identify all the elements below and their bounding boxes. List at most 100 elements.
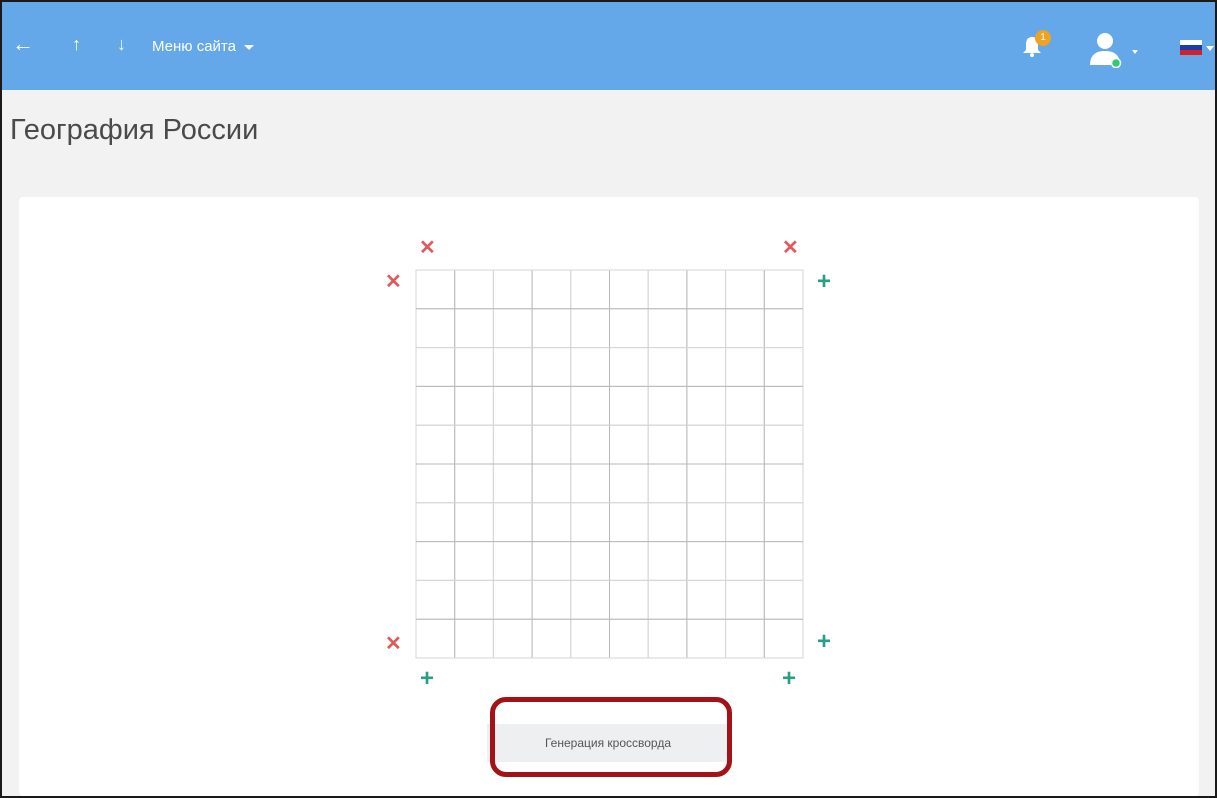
crossword-cell[interactable] — [454, 269, 494, 310]
crossword-cell[interactable] — [725, 385, 765, 426]
crossword-cell[interactable] — [492, 347, 533, 387]
crossword-cell[interactable] — [725, 463, 765, 504]
crossword-cell[interactable] — [415, 618, 456, 659]
crossword-cell[interactable] — [415, 269, 456, 310]
crossword-cell[interactable] — [415, 463, 456, 504]
crossword-cell[interactable] — [763, 385, 804, 426]
add-column-left-button[interactable]: + — [420, 667, 434, 691]
crossword-cell[interactable] — [492, 541, 533, 581]
crossword-cell[interactable] — [609, 347, 649, 387]
crossword-cell[interactable] — [686, 347, 727, 387]
remove-row-top-button[interactable]: ✕ — [385, 272, 402, 292]
crossword-cell[interactable] — [763, 269, 804, 310]
generate-crossword-button[interactable]: Генерация кроссворда — [487, 724, 729, 762]
crossword-cell[interactable] — [531, 424, 572, 465]
crossword-cell[interactable] — [686, 424, 727, 465]
crossword-cell[interactable] — [531, 541, 572, 581]
crossword-cell[interactable] — [647, 618, 688, 659]
crossword-cell[interactable] — [570, 385, 610, 426]
crossword-cell[interactable] — [454, 385, 494, 426]
crossword-cell[interactable] — [454, 579, 494, 620]
crossword-cell[interactable] — [647, 347, 688, 387]
crossword-cell[interactable] — [492, 579, 533, 620]
crossword-cell[interactable] — [725, 618, 765, 659]
crossword-cell[interactable] — [609, 502, 649, 543]
crossword-cell[interactable] — [492, 502, 533, 543]
crossword-cell[interactable] — [609, 308, 649, 349]
crossword-cell[interactable] — [686, 385, 727, 426]
crossword-cell[interactable] — [609, 269, 649, 310]
crossword-cell[interactable] — [647, 308, 688, 349]
crossword-cell[interactable] — [454, 424, 494, 465]
crossword-cell[interactable] — [415, 347, 456, 387]
crossword-cell[interactable] — [492, 308, 533, 349]
crossword-cell[interactable] — [570, 424, 610, 465]
crossword-cell[interactable] — [415, 541, 456, 581]
crossword-cell[interactable] — [686, 269, 727, 310]
crossword-cell[interactable] — [609, 424, 649, 465]
crossword-cell[interactable] — [531, 308, 572, 349]
crossword-cell[interactable] — [763, 463, 804, 504]
crossword-cell[interactable] — [725, 308, 765, 349]
crossword-cell[interactable] — [415, 385, 456, 426]
crossword-cell[interactable] — [454, 347, 494, 387]
crossword-cell[interactable] — [415, 579, 456, 620]
crossword-cell[interactable] — [415, 502, 456, 543]
crossword-cell[interactable] — [415, 308, 456, 349]
crossword-cell[interactable] — [570, 502, 610, 543]
crossword-cell[interactable] — [647, 424, 688, 465]
crossword-cell[interactable] — [763, 618, 804, 659]
crossword-cell[interactable] — [570, 618, 610, 659]
add-row-bottom-button[interactable]: + — [817, 630, 831, 654]
crossword-cell[interactable] — [454, 502, 494, 543]
crossword-cell[interactable] — [763, 347, 804, 387]
crossword-cell[interactable] — [570, 347, 610, 387]
crossword-cell[interactable] — [686, 308, 727, 349]
crossword-cell[interactable] — [686, 541, 727, 581]
crossword-cell[interactable] — [531, 618, 572, 659]
crossword-cell[interactable] — [492, 269, 533, 310]
crossword-cell[interactable] — [609, 579, 649, 620]
crossword-cell[interactable] — [531, 463, 572, 504]
add-row-top-button[interactable]: + — [817, 270, 831, 294]
crossword-cell[interactable] — [570, 463, 610, 504]
crossword-cell[interactable] — [454, 541, 494, 581]
crossword-cell[interactable] — [647, 579, 688, 620]
crossword-cell[interactable] — [609, 541, 649, 581]
crossword-cell[interactable] — [531, 385, 572, 426]
crossword-cell[interactable] — [570, 579, 610, 620]
crossword-cell[interactable] — [454, 463, 494, 504]
crossword-cell[interactable] — [763, 502, 804, 543]
crossword-cell[interactable] — [454, 308, 494, 349]
crossword-cell[interactable] — [763, 579, 804, 620]
crossword-cell[interactable] — [725, 579, 765, 620]
crossword-cell[interactable] — [492, 618, 533, 659]
crossword-cell[interactable] — [763, 424, 804, 465]
crossword-cell[interactable] — [686, 579, 727, 620]
crossword-cell[interactable] — [609, 463, 649, 504]
crossword-cell[interactable] — [763, 308, 804, 349]
add-column-right-button[interactable]: + — [782, 667, 796, 691]
crossword-cell[interactable] — [609, 385, 649, 426]
crossword-cell[interactable] — [725, 424, 765, 465]
crossword-cell[interactable] — [725, 347, 765, 387]
remove-row-bottom-button[interactable]: ✕ — [385, 634, 402, 654]
crossword-cell[interactable] — [531, 269, 572, 310]
crossword-cell[interactable] — [492, 424, 533, 465]
crossword-cell[interactable] — [570, 269, 610, 310]
crossword-cell[interactable] — [725, 502, 765, 543]
crossword-cell[interactable] — [492, 463, 533, 504]
crossword-cell[interactable] — [686, 463, 727, 504]
crossword-cell[interactable] — [415, 424, 456, 465]
crossword-cell[interactable] — [570, 541, 610, 581]
crossword-cell[interactable] — [531, 347, 572, 387]
crossword-cell[interactable] — [647, 502, 688, 543]
crossword-cell[interactable] — [647, 541, 688, 581]
crossword-cell[interactable] — [647, 463, 688, 504]
crossword-cell[interactable] — [454, 618, 494, 659]
remove-column-left-button[interactable]: ✕ — [419, 238, 436, 258]
crossword-cell[interactable] — [647, 385, 688, 426]
remove-column-right-button[interactable]: ✕ — [782, 238, 799, 258]
crossword-cell[interactable] — [763, 541, 804, 581]
crossword-grid[interactable] — [2, 2, 1215, 796]
